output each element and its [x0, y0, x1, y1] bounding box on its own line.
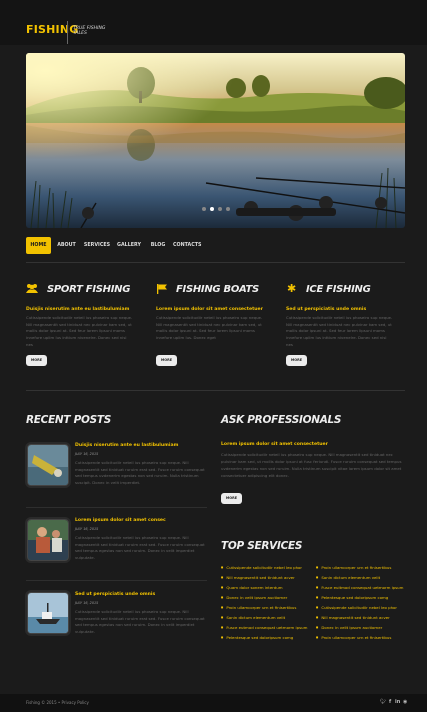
- slider-dot[interactable]: [201, 207, 206, 211]
- post-title[interactable]: Duisjis niserutim ante eu lastibulumiam: [75, 443, 178, 448]
- post-title[interactable]: Lorem ipsum dolor sit amet consec: [75, 518, 166, 523]
- feature-text: Cutissipende solicitudiir neteil ius pho…: [156, 315, 263, 341]
- slider-dot[interactable]: [225, 207, 230, 211]
- nav-about[interactable]: About: [54, 237, 79, 254]
- divider: [26, 507, 207, 508]
- service-item[interactable]: Cutissipende solicitudiir nebel leo phor: [221, 565, 302, 570]
- post-text: Cutissipende solicitudiir neteil ius pho…: [75, 460, 205, 486]
- snowflake-icon: ✱: [287, 282, 297, 295]
- service-item[interactable]: Proin ullamcorper urn et finisertibus: [316, 635, 391, 640]
- post-thumbnail[interactable]: [27, 444, 69, 486]
- service-item[interactable]: Nill magnasentit sed tinidunt acver: [316, 615, 389, 620]
- hero-slider[interactable]: [26, 53, 405, 228]
- post-text: Cutissipende solicitudiir neteil ius pho…: [75, 535, 205, 561]
- linkedin-icon[interactable]: in: [395, 699, 400, 705]
- twitter-icon[interactable]: 🐦︎: [380, 699, 386, 705]
- post-date: JULY 16, 2015: [75, 452, 99, 456]
- service-item[interactable]: Proin ullamcorper urn et finisertibus: [221, 605, 296, 610]
- feature-text: Cutissipende solicitudiir neteil ius pho…: [286, 315, 393, 347]
- post-date: JULY 16, 2015: [75, 527, 99, 531]
- nav-gallery[interactable]: Gallery: [115, 237, 143, 254]
- more-button[interactable]: MORE: [26, 355, 47, 366]
- rss-icon[interactable]: ◉: [403, 699, 407, 705]
- footer: Fishing © 2015 • Privacy Policy 🐦︎ f in …: [0, 694, 427, 712]
- service-item[interactable]: Nill magnasentit sed tinidunt acver: [221, 575, 294, 580]
- feature-subtitle[interactable]: Sed ut perspiciatis unde omnis: [286, 307, 366, 312]
- divider: [26, 390, 405, 391]
- logo-divider: [67, 21, 68, 44]
- feature-subtitle[interactable]: Duisjis niserutim ante eu lastibulumiam: [26, 307, 129, 312]
- service-item[interactable]: Cutissipende solicitudiir nebel leo phor: [316, 605, 397, 610]
- post-title[interactable]: Sed ut perspiciatis unde omnis: [75, 592, 155, 597]
- service-item[interactable]: Pelentesque sed doloripsum comg: [221, 635, 293, 640]
- service-item[interactable]: Quam dolor sonem interdum: [221, 585, 282, 590]
- ask-professionals-title: ASK PROFESSIONALS: [221, 414, 342, 426]
- more-button[interactable]: MORE: [156, 355, 177, 366]
- nav-services[interactable]: Services: [82, 237, 112, 254]
- nav-home[interactable]: Home: [26, 237, 51, 254]
- service-item[interactable]: Fusce euitmod consequat uetmorm ipsum: [316, 585, 403, 590]
- header: FISHING TRUE FISHING TALES: [0, 0, 427, 45]
- post-text: Cutissipende solicitudiir neteil ius pho…: [75, 609, 205, 635]
- service-item[interactable]: Proin ullamcorper urn et finisertibus: [316, 565, 391, 570]
- feature-subtitle[interactable]: Lorem ipsum dolor sit amet consectetuer: [156, 307, 263, 312]
- service-item[interactable]: Pelentesque sed doloripsum comg: [316, 595, 388, 600]
- logo[interactable]: FISHING: [26, 23, 78, 36]
- users-icon: [26, 283, 38, 297]
- nav-blog[interactable]: Blog: [147, 237, 169, 254]
- top-services-title: TOP SERVICES: [221, 540, 303, 552]
- ask-text: Cutissipende solicitudiir neteil ius pho…: [221, 452, 402, 478]
- slider-dot[interactable]: [217, 207, 222, 211]
- more-button[interactable]: MORE: [221, 493, 242, 504]
- ask-subtitle[interactable]: Lorem ipsum dolor sit amet consectetuer: [221, 442, 328, 447]
- footer-copyright[interactable]: Fishing © 2015 • Privacy Policy: [26, 700, 89, 705]
- post-thumbnail[interactable]: [27, 519, 69, 561]
- service-item[interactable]: Sonin dictum elementum velit: [221, 615, 285, 620]
- service-item[interactable]: Fusce eutmod consequat uetmorm ipsum: [221, 625, 307, 630]
- feature-title: ICE FISHING: [306, 284, 371, 295]
- divider: [26, 580, 207, 581]
- service-item[interactable]: Donec in velit ipsum auctiomer: [316, 625, 382, 630]
- facebook-icon[interactable]: f: [389, 699, 391, 705]
- nav-contacts[interactable]: Contacts: [173, 237, 201, 254]
- recent-posts-title: RECENT POSTS: [26, 414, 112, 426]
- post-thumbnail[interactable]: [27, 592, 69, 634]
- slider-dot-active[interactable]: [209, 207, 214, 211]
- slider-dots: [26, 196, 405, 215]
- more-button[interactable]: MORE: [286, 355, 307, 366]
- feature-title: SPORT FISHING: [47, 284, 131, 295]
- service-item[interactable]: Donec in velit ipsum auctiomer: [221, 595, 287, 600]
- service-item[interactable]: Sonin dictum elementum velit: [316, 575, 380, 580]
- logo-tagline: TRUE FISHING TALES: [73, 26, 106, 36]
- divider: [26, 262, 405, 263]
- feature-text: Cutissipende solicitudiir neteil ius pho…: [26, 315, 133, 347]
- flag-icon: [157, 284, 168, 297]
- post-date: JULY 16, 2015: [75, 601, 99, 605]
- feature-title: FISHING BOATS: [176, 284, 259, 295]
